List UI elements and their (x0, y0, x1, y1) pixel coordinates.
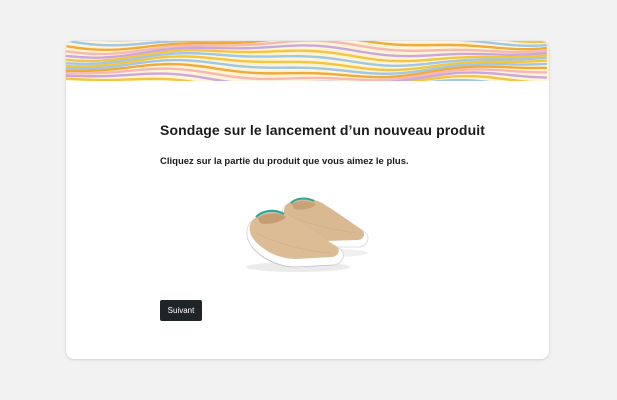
product-image[interactable] (236, 187, 376, 279)
survey-title: Sondage sur le lancement d’un nouveau pr… (160, 122, 485, 138)
question-text: Cliquez sur la partie du produit que vou… (160, 156, 409, 167)
page: Sondage sur le lancement d’un nouveau pr… (0, 0, 617, 400)
slip-on-shoes-image[interactable] (236, 187, 376, 279)
next-button[interactable]: Suivant (160, 300, 202, 321)
header-banner (66, 41, 549, 81)
wavy-pattern (66, 41, 549, 81)
survey-card: Sondage sur le lancement d’un nouveau pr… (66, 41, 549, 359)
